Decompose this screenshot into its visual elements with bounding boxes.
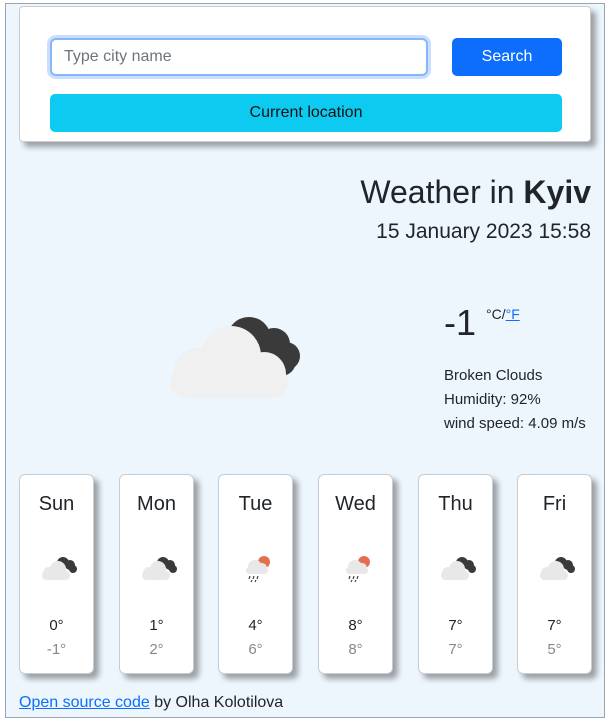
forecast-card-wed: Wed 8° 8° (318, 474, 393, 674)
city-name: Kyiv (523, 174, 591, 210)
forecast-max: 1° (149, 617, 164, 634)
weather-details: Broken Clouds Humidity: 92% wind speed: … (444, 364, 586, 436)
forecast-card-tue: Tue 4° 6° (218, 474, 293, 674)
forecast-day: Mon (137, 493, 176, 515)
broken-clouds-icon (170, 317, 300, 398)
forecast-day: Fri (542, 493, 567, 515)
forecast-max: 4° (248, 617, 263, 634)
wind-speed-value: wind speed: 4.09 m/s (444, 415, 586, 432)
forecast-min: 2° (149, 641, 164, 658)
rain-sun-icon (246, 556, 270, 583)
source-code-link[interactable]: Open source code (19, 694, 150, 711)
author-credit: by Olha Kolotilova (154, 694, 284, 711)
forecast-min: 5° (547, 641, 562, 658)
humidity-value: Humidity: 92% (444, 391, 541, 408)
rain-sun-icon (346, 556, 370, 583)
broken-clouds-icon (142, 557, 177, 580)
footer: Open source code by Olha Kolotilova (19, 694, 283, 712)
broken-clouds-icon (540, 557, 575, 580)
weather-description: Broken Clouds (444, 367, 543, 384)
forecast-min: -1° (46, 641, 67, 658)
forecast-card-fri: Fri 7° 5° (517, 474, 592, 674)
app-frame: Search Current location Weather in Kyiv … (5, 3, 605, 718)
city-search-input[interactable] (50, 38, 428, 76)
celsius-label: °C (486, 306, 502, 322)
forecast-card-thu: Thu 7° 7° (418, 474, 493, 674)
fahrenheit-link[interactable]: °F (506, 306, 520, 322)
forecast-day: Sun (38, 493, 75, 515)
forecast-min: 8° (348, 641, 363, 658)
unit-switch: °C/°F (486, 306, 520, 322)
search-card: Search Current location (19, 6, 591, 142)
broken-clouds-icon (441, 557, 476, 580)
temperature-block: -1 °C/°F (444, 302, 520, 344)
forecast-day: Tue (238, 493, 273, 515)
search-button[interactable]: Search (452, 38, 562, 76)
broken-clouds-icon (42, 557, 77, 580)
forecast-card-mon: Mon 1° 2° (119, 474, 194, 674)
forecast-card-sun: Sun 0° -1° (19, 474, 94, 674)
temperature-value: -1 (444, 302, 477, 343)
forecast-min: 6° (248, 641, 263, 658)
forecast-day: Wed (335, 493, 376, 515)
forecast-max: 8° (348, 617, 363, 634)
weather-title: Weather in Kyiv (360, 174, 591, 211)
forecast-max: 7° (547, 617, 562, 634)
forecast-min: 7° (448, 641, 463, 658)
forecast-day: Thu (438, 493, 473, 515)
forecast-max: 7° (448, 617, 463, 634)
current-date: 15 January 2023 15:58 (376, 220, 591, 243)
current-location-button[interactable]: Current location (50, 94, 562, 132)
title-prefix: Weather in (360, 174, 515, 210)
forecast-max: 0° (49, 617, 64, 634)
